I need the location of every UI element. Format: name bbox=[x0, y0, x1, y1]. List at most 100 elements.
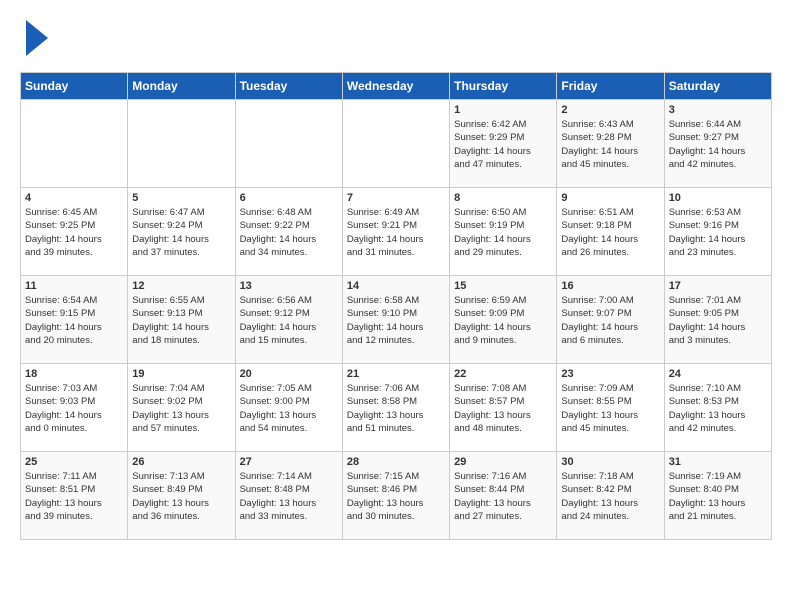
calendar-cell: 27 Sunrise: 7:14 AM Sunset: 8:48 PM Dayli… bbox=[235, 452, 342, 540]
calendar-cell: 28 Sunrise: 7:15 AM Sunset: 8:46 PM Dayli… bbox=[342, 452, 449, 540]
calendar-cell: 5 Sunrise: 6:47 AM Sunset: 9:24 PM Daylig… bbox=[128, 188, 235, 276]
day-number: 21 bbox=[347, 368, 445, 380]
day-info: Sunrise: 7:00 AM Sunset: 9:07 PM Dayligh… bbox=[561, 294, 659, 347]
day-info: Sunrise: 7:15 AM Sunset: 8:46 PM Dayligh… bbox=[347, 470, 445, 523]
day-info: Sunrise: 7:05 AM Sunset: 9:00 PM Dayligh… bbox=[240, 382, 338, 435]
calendar-cell: 20 Sunrise: 7:05 AM Sunset: 9:00 PM Dayli… bbox=[235, 364, 342, 452]
calendar-cell: 9 Sunrise: 6:51 AM Sunset: 9:18 PM Daylig… bbox=[557, 188, 664, 276]
day-info: Sunrise: 7:06 AM Sunset: 8:58 PM Dayligh… bbox=[347, 382, 445, 435]
column-header-friday: Friday bbox=[557, 73, 664, 100]
calendar-cell: 29Sunrise: 7:16 AM Sunset: 8:44 PM Dayli… bbox=[450, 452, 557, 540]
day-info: Sunrise: 6:42 AM Sunset: 9:29 PM Dayligh… bbox=[454, 118, 552, 171]
day-number: 14 bbox=[347, 280, 445, 292]
day-info: Sunrise: 6:59 AM Sunset: 9:09 PM Dayligh… bbox=[454, 294, 552, 347]
day-number: 25 bbox=[25, 456, 123, 468]
day-info: Sunrise: 7:10 AM Sunset: 8:53 PM Dayligh… bbox=[669, 382, 767, 435]
column-header-sunday: Sunday bbox=[21, 73, 128, 100]
calendar-cell: 11 Sunrise: 6:54 AM Sunset: 9:15 PM Dayli… bbox=[21, 276, 128, 364]
day-info: Sunrise: 7:14 AM Sunset: 8:48 PM Dayligh… bbox=[240, 470, 338, 523]
day-number: 8 bbox=[454, 192, 552, 204]
day-info: Sunrise: 7:19 AM Sunset: 8:40 PM Dayligh… bbox=[669, 470, 767, 523]
calendar-cell: 17Sunrise: 7:01 AM Sunset: 9:05 PM Dayli… bbox=[664, 276, 771, 364]
day-number: 2 bbox=[561, 104, 659, 116]
calendar-cell: 19Sunrise: 7:04 AM Sunset: 9:02 PM Dayli… bbox=[128, 364, 235, 452]
calendar-cell: 2 Sunrise: 6:43 AM Sunset: 9:28 PM Daylig… bbox=[557, 100, 664, 188]
calendar-week-row: 4 Sunrise: 6:45 AM Sunset: 9:25 PM Daylig… bbox=[21, 188, 772, 276]
calendar-cell: 6 Sunrise: 6:48 AM Sunset: 9:22 PM Daylig… bbox=[235, 188, 342, 276]
calendar-table: SundayMondayTuesdayWednesdayThursdayFrid… bbox=[20, 72, 772, 540]
day-info: Sunrise: 7:13 AM Sunset: 8:49 PM Dayligh… bbox=[132, 470, 230, 523]
column-header-tuesday: Tuesday bbox=[235, 73, 342, 100]
day-info: Sunrise: 7:11 AM Sunset: 8:51 PM Dayligh… bbox=[25, 470, 123, 523]
day-number: 11 bbox=[25, 280, 123, 292]
day-info: Sunrise: 6:44 AM Sunset: 9:27 PM Dayligh… bbox=[669, 118, 767, 171]
calendar-cell: 15 Sunrise: 6:59 AM Sunset: 9:09 PM Dayli… bbox=[450, 276, 557, 364]
day-info: Sunrise: 6:50 AM Sunset: 9:19 PM Dayligh… bbox=[454, 206, 552, 259]
day-info: Sunrise: 6:55 AM Sunset: 9:13 PM Dayligh… bbox=[132, 294, 230, 347]
logo bbox=[20, 20, 48, 56]
calendar-cell: 24 Sunrise: 7:10 AM Sunset: 8:53 PM Dayli… bbox=[664, 364, 771, 452]
calendar-week-row: 1 Sunrise: 6:42 AM Sunset: 9:29 PM Daylig… bbox=[21, 100, 772, 188]
calendar-cell bbox=[235, 100, 342, 188]
column-header-saturday: Saturday bbox=[664, 73, 771, 100]
day-number: 4 bbox=[25, 192, 123, 204]
calendar-week-row: 25 Sunrise: 7:11 AM Sunset: 8:51 PM Dayli… bbox=[21, 452, 772, 540]
calendar-cell: 31 Sunrise: 7:19 AM Sunset: 8:40 PM Dayli… bbox=[664, 452, 771, 540]
day-number: 6 bbox=[240, 192, 338, 204]
day-number: 9 bbox=[561, 192, 659, 204]
day-info: Sunrise: 7:03 AM Sunset: 9:03 PM Dayligh… bbox=[25, 382, 123, 435]
day-number: 22 bbox=[454, 368, 552, 380]
calendar-cell: 1 Sunrise: 6:42 AM Sunset: 9:29 PM Daylig… bbox=[450, 100, 557, 188]
calendar-header-row: SundayMondayTuesdayWednesdayThursdayFrid… bbox=[21, 73, 772, 100]
day-info: Sunrise: 6:49 AM Sunset: 9:21 PM Dayligh… bbox=[347, 206, 445, 259]
calendar-cell: 30 Sunrise: 7:18 AM Sunset: 8:42 PM Dayli… bbox=[557, 452, 664, 540]
calendar-cell: 4 Sunrise: 6:45 AM Sunset: 9:25 PM Daylig… bbox=[21, 188, 128, 276]
day-info: Sunrise: 7:09 AM Sunset: 8:55 PM Dayligh… bbox=[561, 382, 659, 435]
calendar-week-row: 18 Sunrise: 7:03 AM Sunset: 9:03 PM Dayli… bbox=[21, 364, 772, 452]
day-info: Sunrise: 6:47 AM Sunset: 9:24 PM Dayligh… bbox=[132, 206, 230, 259]
calendar-cell: 22 Sunrise: 7:08 AM Sunset: 8:57 PM Dayli… bbox=[450, 364, 557, 452]
calendar-cell: 26 Sunrise: 7:13 AM Sunset: 8:49 PM Dayli… bbox=[128, 452, 235, 540]
day-number: 16 bbox=[561, 280, 659, 292]
calendar-cell: 23 Sunrise: 7:09 AM Sunset: 8:55 PM Dayli… bbox=[557, 364, 664, 452]
day-info: Sunrise: 6:58 AM Sunset: 9:10 PM Dayligh… bbox=[347, 294, 445, 347]
calendar-cell: 12 Sunrise: 6:55 AM Sunset: 9:13 PM Dayli… bbox=[128, 276, 235, 364]
calendar-cell: 21 Sunrise: 7:06 AM Sunset: 8:58 PM Dayli… bbox=[342, 364, 449, 452]
day-number: 3 bbox=[669, 104, 767, 116]
day-number: 28 bbox=[347, 456, 445, 468]
day-number: 30 bbox=[561, 456, 659, 468]
day-number: 29 bbox=[454, 456, 552, 468]
page-header bbox=[20, 20, 772, 56]
day-info: Sunrise: 6:43 AM Sunset: 9:28 PM Dayligh… bbox=[561, 118, 659, 171]
day-number: 5 bbox=[132, 192, 230, 204]
day-info: Sunrise: 6:45 AM Sunset: 9:25 PM Dayligh… bbox=[25, 206, 123, 259]
day-number: 12 bbox=[132, 280, 230, 292]
day-number: 27 bbox=[240, 456, 338, 468]
day-number: 7 bbox=[347, 192, 445, 204]
day-number: 24 bbox=[669, 368, 767, 380]
day-number: 18 bbox=[25, 368, 123, 380]
day-number: 1 bbox=[454, 104, 552, 116]
column-header-thursday: Thursday bbox=[450, 73, 557, 100]
day-number: 15 bbox=[454, 280, 552, 292]
column-header-monday: Monday bbox=[128, 73, 235, 100]
day-info: Sunrise: 6:54 AM Sunset: 9:15 PM Dayligh… bbox=[25, 294, 123, 347]
day-info: Sunrise: 7:18 AM Sunset: 8:42 PM Dayligh… bbox=[561, 470, 659, 523]
calendar-cell bbox=[128, 100, 235, 188]
calendar-cell: 14 Sunrise: 6:58 AM Sunset: 9:10 PM Dayli… bbox=[342, 276, 449, 364]
calendar-cell bbox=[21, 100, 128, 188]
day-info: Sunrise: 7:08 AM Sunset: 8:57 PM Dayligh… bbox=[454, 382, 552, 435]
day-number: 23 bbox=[561, 368, 659, 380]
day-number: 26 bbox=[132, 456, 230, 468]
day-info: Sunrise: 6:51 AM Sunset: 9:18 PM Dayligh… bbox=[561, 206, 659, 259]
day-info: Sunrise: 6:53 AM Sunset: 9:16 PM Dayligh… bbox=[669, 206, 767, 259]
calendar-cell: 18 Sunrise: 7:03 AM Sunset: 9:03 PM Dayli… bbox=[21, 364, 128, 452]
day-info: Sunrise: 7:04 AM Sunset: 9:02 PM Dayligh… bbox=[132, 382, 230, 435]
day-info: Sunrise: 6:48 AM Sunset: 9:22 PM Dayligh… bbox=[240, 206, 338, 259]
day-info: Sunrise: 7:01 AM Sunset: 9:05 PM Dayligh… bbox=[669, 294, 767, 347]
day-number: 31 bbox=[669, 456, 767, 468]
day-number: 13 bbox=[240, 280, 338, 292]
calendar-cell: 8 Sunrise: 6:50 AM Sunset: 9:19 PM Daylig… bbox=[450, 188, 557, 276]
day-number: 20 bbox=[240, 368, 338, 380]
calendar-cell: 10Sunrise: 6:53 AM Sunset: 9:16 PM Dayli… bbox=[664, 188, 771, 276]
